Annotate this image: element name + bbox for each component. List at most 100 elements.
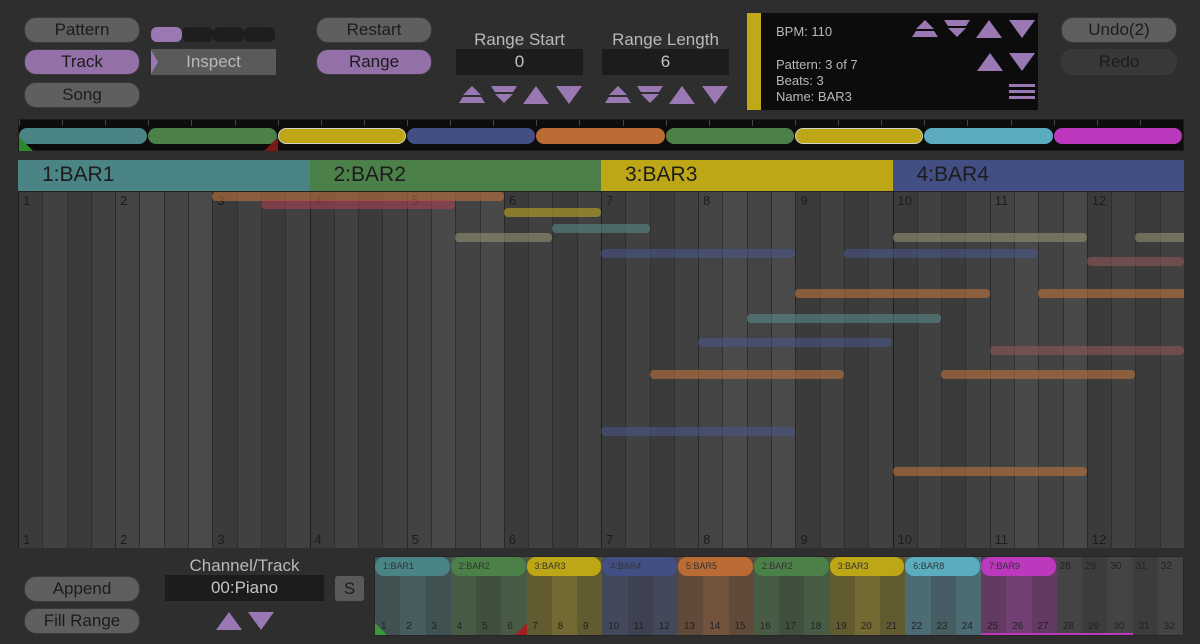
beat-tick (1053, 120, 1055, 126)
range-start-field[interactable]: 0 (456, 49, 583, 75)
pattern-header-4[interactable]: 4:BAR4 (892, 160, 1184, 192)
track-mode-button[interactable]: Track (24, 49, 140, 75)
note[interactable] (601, 426, 796, 436)
overview-pattern-8[interactable] (924, 128, 1053, 144)
grid-column (260, 192, 286, 548)
menu-icon[interactable] (1009, 84, 1035, 101)
inspect-button[interactable]: Inspect (151, 49, 276, 75)
range-start-fast-up-icon[interactable] (459, 86, 485, 104)
song-overview[interactable] (18, 119, 1184, 151)
pattern-header-3[interactable]: 3:BAR3 (601, 160, 893, 192)
range-length-up-icon[interactable] (669, 86, 695, 104)
minimap-beat-number: 31 (1135, 561, 1147, 572)
note[interactable] (795, 289, 990, 299)
note[interactable] (649, 370, 844, 380)
range-end-marker[interactable] (263, 137, 278, 151)
beat-tick (19, 120, 20, 126)
bpm-fast-up-icon[interactable] (912, 20, 938, 38)
pattern-header-2[interactable]: 2:BAR2 (309, 160, 601, 192)
note[interactable] (746, 313, 942, 323)
track-slot[interactable] (182, 27, 213, 42)
pattern-up-icon[interactable] (977, 53, 1003, 71)
note[interactable] (892, 232, 1087, 242)
overview-pattern-5[interactable] (536, 128, 665, 144)
pattern-down-icon[interactable] (1009, 53, 1035, 71)
range-length-fast-up-icon[interactable] (605, 86, 631, 104)
minimap-range-start-marker[interactable] (375, 623, 387, 635)
track-slot[interactable] (151, 27, 182, 42)
overview-pattern-4[interactable] (407, 128, 536, 144)
overview-pattern-6[interactable] (665, 128, 794, 144)
track-slot[interactable] (244, 27, 275, 42)
minimap-beat-number: 19 (835, 621, 847, 632)
redo-button[interactable]: Redo (1061, 49, 1177, 75)
beat-tick (795, 120, 796, 126)
bpm-text: BPM: 110 (776, 24, 833, 39)
range-start-fast-down-icon[interactable] (491, 86, 517, 104)
overview-pattern-2[interactable] (148, 128, 277, 144)
minimap-pattern-header[interactable]: 3:BAR3 (526, 557, 602, 576)
minimap-pattern-header[interactable]: 3:BAR3 (829, 557, 905, 576)
grid-column (115, 192, 140, 548)
append-button[interactable]: Append (24, 576, 140, 602)
range-start-up-icon[interactable] (523, 86, 549, 104)
grid-column (552, 192, 577, 548)
minimap-beat-number: 8 (557, 621, 564, 632)
note[interactable] (698, 337, 893, 347)
note[interactable] (1038, 289, 1184, 299)
track-slot[interactable] (213, 27, 244, 42)
overview-pattern-3[interactable] (277, 128, 406, 144)
note[interactable] (552, 224, 650, 234)
piano-roll-grid[interactable]: 1:BAR12:BAR23:BAR34:BAR41122334455667788… (18, 160, 1184, 548)
note[interactable] (892, 467, 1087, 477)
undo-button[interactable]: Undo(2) (1061, 17, 1177, 43)
range-length-down-icon[interactable] (702, 86, 728, 104)
beat-number-top: 7 (606, 193, 614, 208)
note[interactable] (941, 370, 1136, 380)
triangle-part (944, 20, 970, 26)
note[interactable] (455, 232, 553, 242)
minimap-pattern-header[interactable]: 2:BAR2 (450, 557, 526, 576)
bpm-fast-down-icon[interactable] (944, 20, 970, 38)
range-length-field[interactable]: 6 (602, 49, 729, 75)
channel-track-field[interactable]: 00:Piano (165, 575, 324, 601)
grid-column (139, 192, 164, 548)
pattern-mode-button[interactable]: Pattern (24, 17, 140, 43)
bpm-down-icon[interactable] (1009, 20, 1035, 38)
minimap-pattern-header[interactable]: 7:BAR9 (981, 557, 1056, 576)
range-length-fast-down-icon[interactable] (637, 86, 663, 104)
pattern-header-1[interactable]: 1:BAR1 (18, 160, 310, 192)
overview-pattern-7[interactable] (795, 128, 924, 144)
range-start-marker[interactable] (19, 137, 33, 151)
minimap-pattern-header[interactable]: 2:BAR2 (753, 557, 829, 576)
minimap-beat-number: 10 (608, 621, 620, 632)
beat-number-bottom: 8 (703, 532, 711, 547)
fill-range-button[interactable]: Fill Range (24, 608, 140, 634)
minimap-pattern-header[interactable]: 6:BAR8 (905, 557, 980, 576)
song-minimap[interactable]: 1 2 3 4 5 6 7 8 9 10 11 12 13 14 15 16 17 18 19 20 21 22 23 24 2… (374, 556, 1184, 636)
note[interactable] (1086, 256, 1184, 266)
overview-pattern-9[interactable] (1053, 128, 1182, 144)
channel-up-icon[interactable] (216, 612, 242, 630)
minimap-pattern-header[interactable]: 1:BAR1 (375, 557, 450, 576)
note[interactable] (503, 208, 601, 218)
triangle-part (463, 86, 481, 95)
restart-button[interactable]: Restart (316, 17, 432, 43)
range-button[interactable]: Range (316, 49, 432, 75)
note[interactable] (989, 345, 1184, 355)
channel-down-icon[interactable] (248, 612, 274, 630)
overview-pattern-1[interactable] (19, 128, 148, 144)
minimap-beat-number: 7 (532, 621, 539, 632)
minimap-range-end-marker[interactable] (514, 623, 527, 635)
song-mode-button[interactable]: Song (24, 82, 140, 108)
minimap-beat-number: 5 (482, 621, 488, 632)
note[interactable] (843, 248, 1039, 258)
note[interactable] (1135, 232, 1184, 242)
minimap-pattern-header[interactable]: 5:BAR5 (678, 557, 753, 576)
solo-button[interactable]: S (335, 576, 364, 601)
range-start-down-icon[interactable] (556, 86, 582, 104)
bpm-up-icon[interactable] (976, 20, 1002, 38)
note[interactable] (260, 200, 456, 210)
note[interactable] (601, 248, 796, 258)
minimap-pattern-header[interactable]: 4:BAR4 (602, 557, 677, 576)
